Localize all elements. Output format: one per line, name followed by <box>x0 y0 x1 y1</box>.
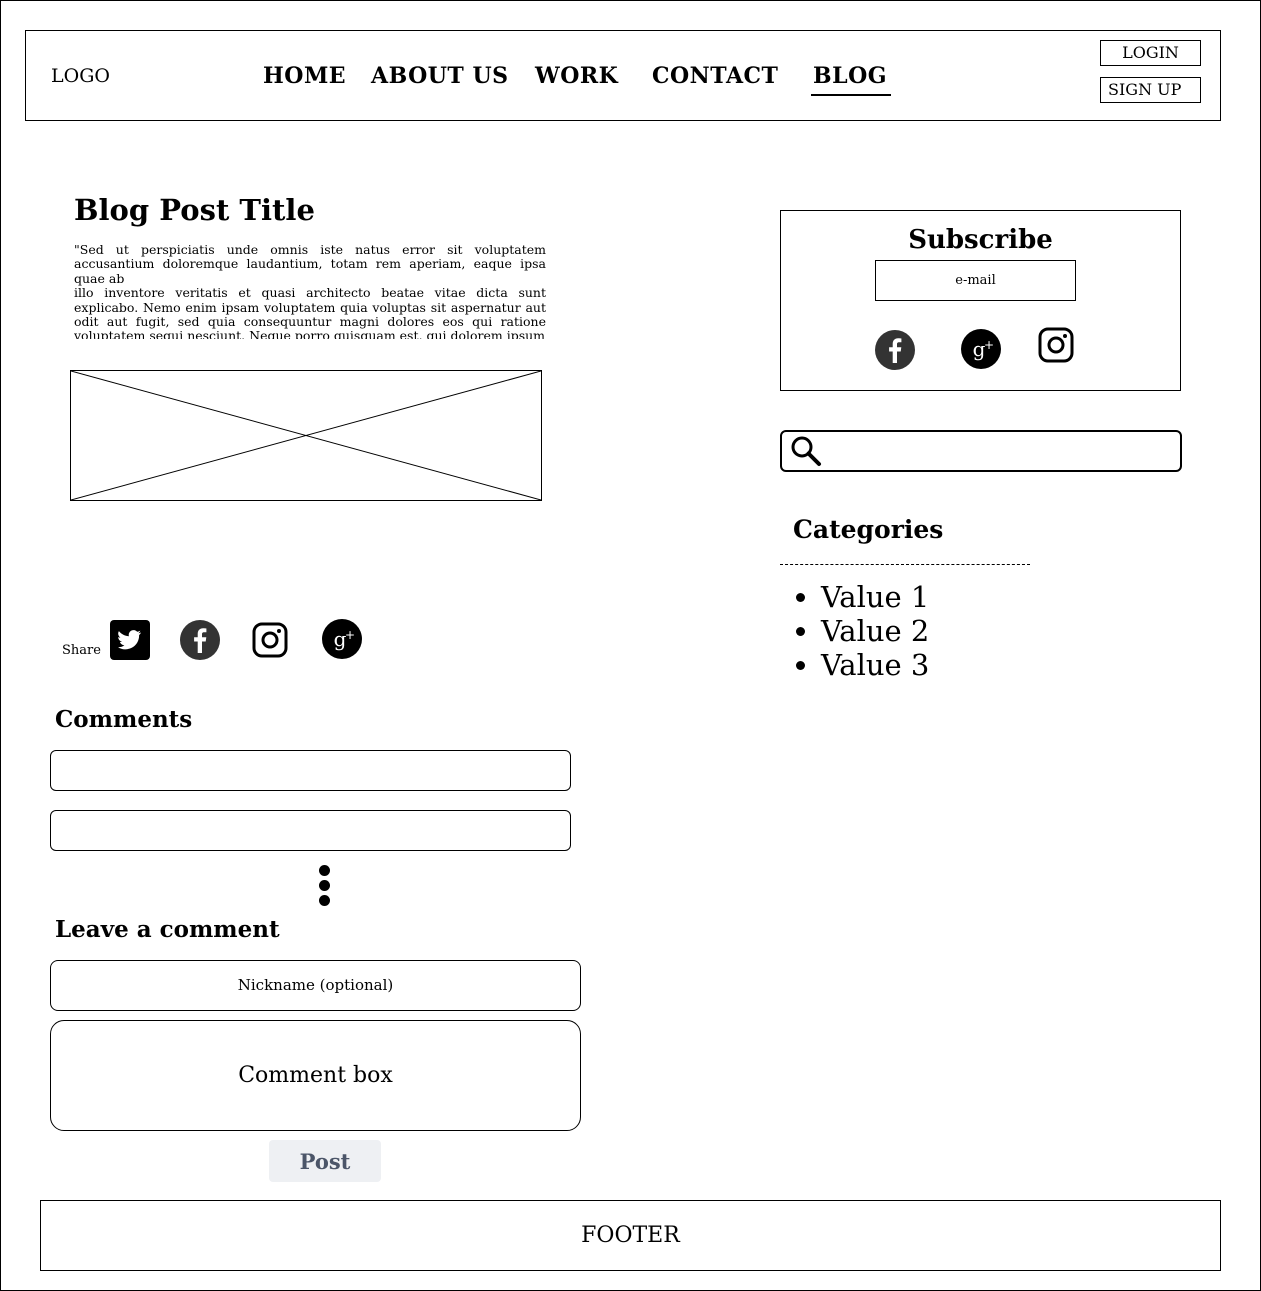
category-item[interactable]: Value 2 <box>821 614 929 648</box>
comments-title: Comments <box>55 706 193 733</box>
login-button[interactable]: LOGIN <box>1100 40 1201 66</box>
nav-blog[interactable]: BLOG <box>813 63 887 89</box>
category-item[interactable]: Value 3 <box>821 648 929 682</box>
signup-button[interactable]: SIGN UP <box>1100 77 1201 103</box>
post-body: "Sed ut perspiciatis unde omnis iste nat… <box>74 243 546 339</box>
comment-box[interactable]: Comment box <box>50 1020 581 1131</box>
svg-text:+: + <box>345 628 355 642</box>
google-plus-icon[interactable]: g + <box>322 619 362 663</box>
dot <box>319 865 330 876</box>
twitter-icon[interactable] <box>110 620 150 664</box>
nav-home[interactable]: HOME <box>263 63 346 89</box>
categories-divider <box>780 564 1030 565</box>
dot <box>319 880 330 891</box>
facebook-icon[interactable] <box>180 620 220 664</box>
comment-item <box>50 810 571 851</box>
subscribe-box: Subscribe e-mail g + <box>780 210 1181 391</box>
leave-comment-title: Leave a comment <box>55 916 280 943</box>
search-icon <box>790 435 824 471</box>
dot <box>319 895 330 906</box>
email-field[interactable]: e-mail <box>875 260 1076 301</box>
comment-item <box>50 750 571 791</box>
instagram-icon[interactable] <box>252 622 288 662</box>
nav-about-us[interactable]: ABOUT US <box>371 63 509 89</box>
nav-active-underline <box>811 94 891 96</box>
subscribe-title: Subscribe <box>908 225 1053 255</box>
category-item[interactable]: Value 1 <box>821 580 929 614</box>
nickname-field[interactable]: Nickname (optional) <box>50 960 581 1011</box>
categories-title: Categories <box>793 515 944 544</box>
instagram-icon[interactable] <box>1038 327 1074 367</box>
post-button[interactable]: Post <box>269 1140 381 1182</box>
facebook-icon[interactable] <box>875 330 915 374</box>
svg-text:+: + <box>984 338 994 352</box>
share-label: Share <box>62 643 101 658</box>
nav-contact[interactable]: CONTACT <box>652 63 778 89</box>
footer: FOOTER <box>40 1200 1221 1271</box>
post-image-placeholder <box>70 370 542 501</box>
logo[interactable]: LOGO <box>51 65 110 87</box>
categories-list: Value 1 Value 2 Value 3 <box>779 580 929 682</box>
post-title: Blog Post Title <box>74 193 315 227</box>
nav-work[interactable]: WORK <box>535 63 618 89</box>
search-input[interactable] <box>780 430 1182 472</box>
google-plus-icon[interactable]: g + <box>961 329 1001 373</box>
site-header: LOGO HOME ABOUT US WORK CONTACT BLOG LOG… <box>25 30 1221 121</box>
